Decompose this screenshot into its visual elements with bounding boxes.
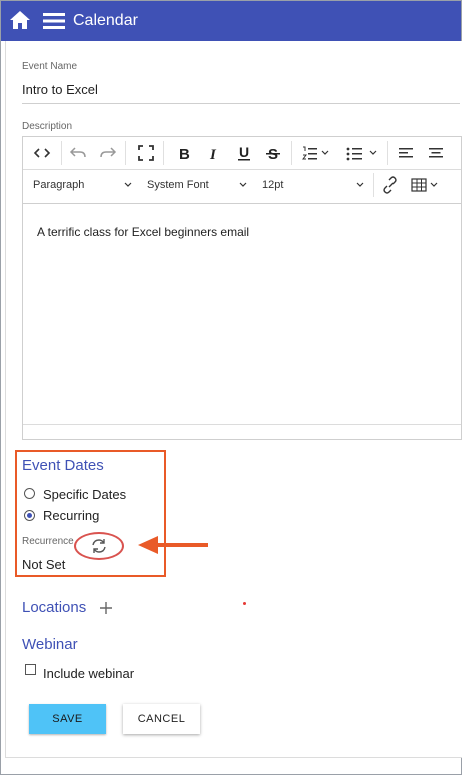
toolbar-separator [163,141,164,165]
link-icon[interactable] [381,175,399,195]
annotation-arrow [138,536,208,554]
webinar-title: Webinar [22,636,78,653]
refresh-icon[interactable] [89,536,109,556]
toolbar-separator [373,173,374,197]
format-select[interactable]: Paragraph [33,179,84,191]
toolbar-separator [61,141,62,165]
fullscreen-icon[interactable] [137,143,155,163]
include-webinar-checkbox[interactable] [25,664,36,675]
specific-dates-label[interactable]: Specific Dates [43,487,126,502]
event-dates-title: Event Dates [22,457,104,474]
stray-dot [243,602,246,605]
redo-icon[interactable] [99,143,117,163]
add-location-icon[interactable] [99,601,113,615]
home-icon[interactable] [9,10,31,30]
numbered-list-icon[interactable] [301,143,331,163]
editor-status-bar [23,424,461,439]
cancel-button[interactable]: CANCEL [123,704,200,734]
app-header: Calendar [1,1,461,41]
toolbar-separator [387,141,388,165]
chevron-down-icon[interactable] [124,181,132,189]
include-webinar-label[interactable]: Include webinar [43,666,134,681]
recurrence-value: Not Set [22,557,66,572]
rich-text-editor: B I U S Paragraph System Font 12pt A ter… [22,136,462,440]
save-button[interactable]: SAVE [29,704,106,734]
italic-icon[interactable]: I [205,143,223,163]
size-select[interactable]: 12pt [262,179,283,191]
svg-text:U: U [239,144,249,160]
event-name-label: Event Name [22,61,78,72]
bulleted-list-icon[interactable] [345,143,379,163]
editor-toolbar-primary: B I U S [23,137,461,170]
align-center-icon[interactable] [427,143,445,163]
strikethrough-icon[interactable]: S [264,143,282,163]
font-select[interactable]: System Font [147,179,209,191]
svg-text:B: B [179,146,190,163]
recurrence-label: Recurrence [22,536,74,547]
editor-content[interactable]: A terrific class for Excel beginners ema… [37,225,249,239]
toolbar-separator [291,141,292,165]
locations-title: Locations [22,599,87,616]
underline-icon[interactable]: U [235,143,253,163]
recurring-label[interactable]: Recurring [43,508,99,523]
app-title: Calendar [73,12,138,29]
description-label: Description [22,121,73,132]
bold-icon[interactable]: B [175,143,193,163]
editor-toolbar-secondary: Paragraph System Font 12pt [23,169,461,204]
svg-text:I: I [209,147,217,163]
specific-dates-radio[interactable] [24,488,35,499]
undo-icon[interactable] [69,143,87,163]
event-name-underline [22,103,460,104]
recurring-radio[interactable] [24,510,35,521]
source-code-icon[interactable] [33,143,51,163]
event-name-field[interactable]: Intro to Excel [22,82,98,97]
chevron-down-icon[interactable] [356,181,364,189]
menu-icon[interactable] [43,12,65,30]
toolbar-separator [125,141,126,165]
chevron-down-icon[interactable] [239,181,247,189]
align-left-icon[interactable] [397,143,415,163]
table-icon[interactable] [411,175,443,195]
